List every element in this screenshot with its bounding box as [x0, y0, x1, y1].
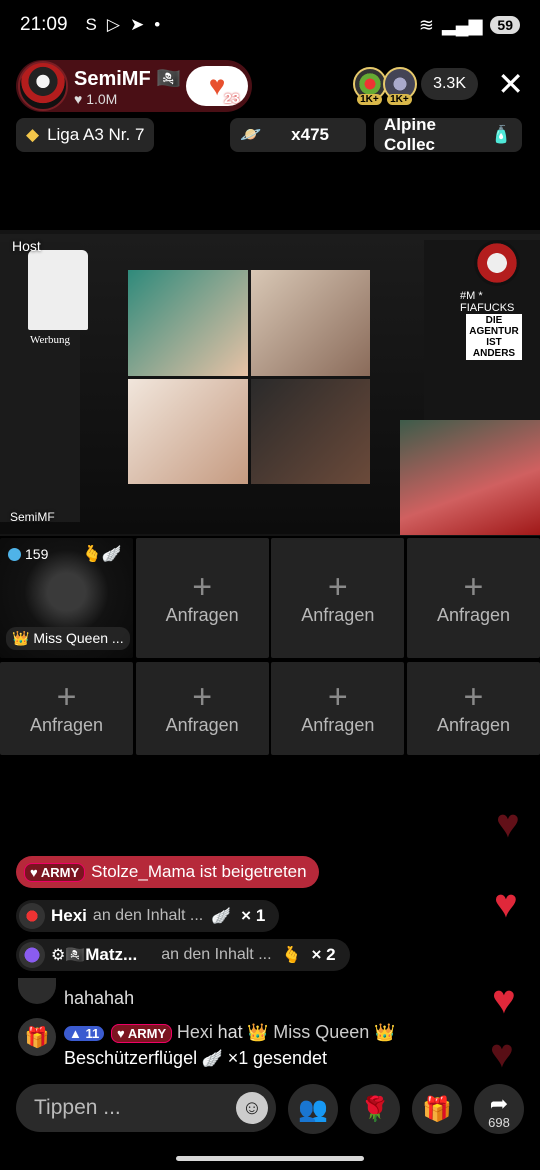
crown-icon: 👑 [12, 630, 30, 646]
viewer-count[interactable]: 3.3K [421, 68, 478, 100]
bottom-bar: Tippen ... ☺ 👥 🌹 🎁 ➦ 698 [0, 1080, 540, 1134]
guest-slot[interactable]: 159 🫰🪽 👑 Miss Queen ... [0, 538, 133, 658]
share-button[interactable]: ➦ 698 [474, 1084, 524, 1134]
guest-score: 159 [8, 546, 48, 562]
werbung-label: Werbung [30, 334, 71, 346]
gift-icon[interactable]: 🎁 [412, 1084, 462, 1134]
user-avatar[interactable] [19, 903, 45, 929]
gift-message[interactable]: ⚙🏴‍☠️ Matz... an den Inhalt ... 🫰 × 2 [16, 939, 350, 971]
request-slot[interactable]: + Anfragen [0, 662, 133, 755]
host-camera [400, 420, 540, 535]
video-grid [128, 270, 370, 484]
guest-name: 👑 Miss Queen ... [6, 627, 130, 650]
agentur-label: DIE AGENTUR IST ANDERS [466, 314, 522, 360]
wing-icon: 🪽 [201, 1049, 223, 1068]
user-avatar[interactable] [19, 942, 45, 968]
heart-icon: ♥ [74, 90, 83, 107]
close-icon[interactable]: ✕ [497, 68, 524, 100]
planet-icon: 🪐 [240, 125, 262, 144]
fan-count: 23 [224, 90, 240, 106]
level-icon: ▲ [69, 1026, 82, 1041]
clock: 21:09 [20, 14, 68, 35]
host-label: Host [12, 238, 41, 254]
battery-icon: 59 [490, 16, 520, 34]
live-video[interactable]: Werbung #M * FIAFUCKS DIE AGENTUR IST AN… [0, 230, 540, 536]
heart-icon: ♥ [494, 882, 518, 926]
chat-message: hahahah [64, 988, 135, 1008]
gift-message[interactable]: Hexi an den Inhalt ... 🪽 × 1 [16, 900, 280, 932]
jersey-image [28, 250, 88, 330]
badge-icons: ⚙🏴‍☠️ [51, 947, 86, 964]
request-slot[interactable]: + Anfragen [271, 538, 405, 658]
army-badge: ♥ ARMY [24, 862, 86, 882]
level-badge: ▲ 11 [64, 1026, 105, 1041]
fan-club-button[interactable]: ♥ 23 [186, 66, 248, 106]
heart-icon: ♥ [116, 1026, 125, 1041]
plus-icon: + [327, 567, 348, 606]
collection-chip[interactable]: Alpine Collec 🧴 [374, 115, 522, 154]
host-avatar[interactable] [18, 61, 68, 111]
plus-icon: + [56, 678, 77, 716]
viewer-avatar[interactable]: 1K+ [383, 67, 418, 105]
plus-icon: + [463, 567, 484, 606]
crown-icon: 👑 [374, 1023, 396, 1042]
share-count: 698 [488, 1115, 510, 1130]
plus-icon: + [192, 567, 213, 606]
plus-icon: + [192, 678, 213, 716]
gift-icons: 🫰🪽 [82, 546, 122, 563]
system-icons: ≋ ▂▄▆ 59 [419, 15, 520, 36]
coin-icon [8, 547, 21, 561]
notification-icons: S ▷ ➤ • [86, 15, 161, 35]
fan-heart-icon: ♥ 23 [202, 72, 240, 107]
rose-icon[interactable]: 🌹 [350, 1084, 400, 1134]
viewer-avatar[interactable]: 1K+ [353, 67, 388, 105]
plus-icon: + [463, 678, 484, 716]
user-avatar[interactable] [18, 978, 56, 1004]
request-slot[interactable]: + Anfragen [135, 662, 269, 755]
wing-icon: 🪽 [211, 908, 232, 925]
gift-box-icon: 🎁 [18, 1018, 56, 1056]
host-pill[interactable]: SemiMF 🏴‍☠️ ♥ 1.0M ♥ 23 [16, 60, 252, 112]
request-slot[interactable]: + Anfragen [406, 662, 540, 755]
finger-heart-icon: 🫰 [281, 947, 302, 964]
emoji-icon[interactable]: ☺ [236, 1092, 268, 1124]
bottle-icon: 🧴 [490, 125, 512, 144]
guests-icon[interactable]: 👥 [288, 1084, 338, 1134]
hashtag-label: #M * FIAFUCKS [460, 290, 515, 314]
diamond-icon: ◆ [26, 125, 40, 144]
play-icon: ▷ [106, 15, 120, 34]
dot-icon: • [154, 15, 161, 34]
telegram-icon: ➤ [129, 15, 145, 34]
top-viewers[interactable]: 1K+ 1K+ 3.3K [353, 67, 478, 105]
host-name: SemiMF 🏴‍☠️ [74, 67, 182, 90]
s-app-icon: S [85, 15, 97, 34]
gift-announcement: ▲ 11 ♥ ARMY Hexi hat 👑 Miss Queen 👑 Besc… [64, 1022, 396, 1068]
request-slot[interactable]: + Anfragen [406, 538, 540, 658]
heart-icon: ♥ [492, 978, 516, 1022]
guest-slots: 159 🫰🪽 👑 Miss Queen ... + Anfragen + Anfra… [0, 538, 540, 756]
share-icon: ➦ [489, 1091, 509, 1116]
wifi-icon: ≋ [418, 14, 434, 35]
request-slot[interactable]: + Anfragen [271, 662, 405, 755]
host-likes: ♥ 1.0M [74, 90, 118, 107]
host-name-overlay: SemiMF [10, 510, 55, 524]
signal-icon: ▂▄▆ [441, 14, 483, 35]
heart-icon: ♥ [496, 802, 520, 846]
comment-input[interactable]: Tippen ... ☺ [16, 1084, 276, 1132]
status-bar: 21:09 S ▷ ➤ • ≋ ▂▄▆ 59 [0, 0, 540, 50]
plus-icon: + [327, 678, 348, 716]
skull-logo [474, 240, 520, 286]
heart-icon: ♥ [30, 864, 38, 880]
league-chip[interactable]: ◆ Liga A3 Nr. 7 [16, 118, 155, 152]
crown-icon: 👑 [247, 1023, 269, 1042]
host-info: SemiMF 🏴‍☠️ ♥ 1.0M [74, 66, 181, 107]
request-slot[interactable]: + Anfragen [135, 538, 269, 658]
join-banner: ♥ ARMY Stolze_Mama ist beigetreten [16, 856, 319, 888]
flag-icon: 🏴‍☠️ [156, 67, 182, 90]
army-badge: ♥ ARMY [110, 1024, 173, 1043]
coins-chip[interactable]: 🪐 x475 [230, 118, 366, 152]
home-indicator[interactable] [176, 1156, 364, 1161]
